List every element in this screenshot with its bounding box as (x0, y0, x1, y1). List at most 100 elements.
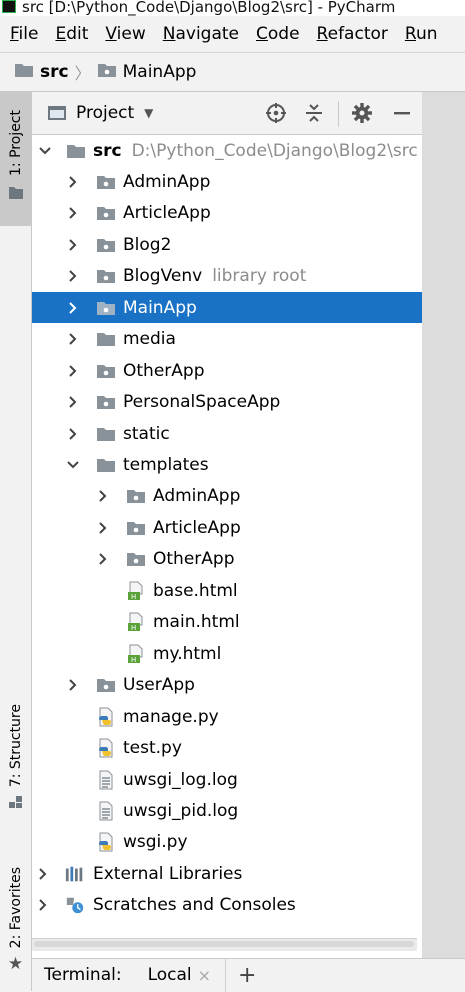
breadcrumb-mainapp-label: MainApp (122, 62, 197, 82)
tree-item[interactable]: Hmy.html (32, 638, 422, 669)
breadcrumb-mainapp[interactable]: MainApp (97, 62, 197, 83)
tree-item[interactable]: uwsgi_log.log (32, 764, 422, 795)
package-folder-icon (96, 172, 116, 192)
chevron-right-icon[interactable] (66, 301, 80, 315)
terminal-tab-local[interactable]: Local × (148, 965, 211, 985)
project-view-selector[interactable]: Project ▼ (48, 103, 153, 123)
menu-navigate[interactable]: Navigate (153, 24, 239, 44)
tree-item[interactable]: BlogVenv library root (32, 261, 422, 292)
tree-item-label: OtherApp (153, 549, 234, 569)
tree-item[interactable]: MainApp (32, 292, 422, 324)
window-title-bar: src [D:\Python_Code\Django\Blog2\src] - … (0, 0, 465, 16)
tab-structure-label: 7: Structure (7, 704, 24, 788)
tree-item-name: MainApp (123, 297, 197, 318)
chevron-down-icon[interactable] (66, 458, 80, 472)
chevron-right-icon[interactable] (96, 552, 110, 566)
package-folder-icon (96, 675, 116, 695)
chevron-right-icon[interactable] (96, 521, 110, 535)
tab-project[interactable]: 1: Project (0, 92, 31, 226)
tree-item[interactable]: OtherApp (32, 355, 422, 386)
horizontal-scrollbar[interactable] (32, 938, 417, 951)
tree-item[interactable]: Scratches and Consoles (32, 890, 422, 921)
chevron-right-icon[interactable] (66, 427, 80, 441)
tree-item[interactable]: test.py (32, 733, 422, 764)
menu-edit[interactable]: Edit (45, 24, 88, 44)
tree-item-label: media (123, 329, 176, 349)
package-folder-icon (96, 235, 116, 255)
dropdown-caret-icon: ▼ (144, 106, 154, 120)
tree-item-label: MainApp (123, 298, 197, 318)
tree-item[interactable]: Blog2 (32, 229, 422, 260)
project-folder-icon (8, 186, 23, 199)
tab-favorites-label: 2: Favorites (7, 867, 24, 949)
folder-icon (96, 329, 116, 349)
chevron-right-icon[interactable] (66, 332, 80, 346)
tree-item[interactable]: ArticleApp (32, 198, 422, 229)
structure-icon (8, 796, 22, 809)
package-folder-icon (97, 62, 117, 83)
locate-file-button[interactable] (264, 101, 288, 125)
minimize-icon (394, 112, 410, 115)
tree-item[interactable]: manage.py (32, 701, 422, 732)
tree-item[interactable]: templates (32, 450, 422, 481)
tree-item-name: AdminApp (153, 486, 241, 507)
menu-run[interactable]: Run (395, 24, 438, 44)
window-title: src [D:\Python_Code\Django\Blog2\src] - … (22, 0, 396, 16)
tree-item[interactable]: AdminApp (32, 166, 422, 197)
tree-item-name: BlogVenv (123, 266, 203, 287)
tree-item[interactable]: uwsgi_pid.log (32, 795, 422, 826)
tree-item[interactable]: media (32, 324, 422, 355)
menu-file[interactable]: File (0, 24, 38, 44)
tree-item[interactable]: wsgi.py (32, 827, 422, 858)
chevron-right-icon[interactable] (66, 175, 80, 189)
tree-item-label: AdminApp (153, 486, 240, 506)
tree-item[interactable]: src D:\Python_Code\Django\Blog2\src (32, 135, 422, 166)
tree-item-label: UserApp (123, 675, 195, 695)
menu-label-rest: iew (116, 24, 146, 44)
menu-bar: File Edit View Navigate Code Refactor Run (0, 16, 465, 52)
svg-text:H: H (131, 593, 136, 601)
chevron-right-icon[interactable] (66, 395, 80, 409)
tab-favorites[interactable]: 2: Favorites ★ (0, 867, 31, 985)
tree-item[interactable]: static (32, 418, 422, 449)
chevron-right-icon[interactable] (66, 238, 80, 252)
menu-label-rest: un (415, 24, 438, 44)
tree-item[interactable]: PersonalSpaceApp (32, 387, 422, 418)
tree-item-name: wsgi.py (123, 832, 188, 853)
collapse-all-button[interactable] (302, 101, 326, 125)
tree-item[interactable]: Hbase.html (32, 575, 422, 606)
chevron-down-icon[interactable] (38, 144, 52, 158)
tab-structure[interactable]: 7: Structure (0, 704, 31, 834)
tree-item-label: static (123, 424, 170, 444)
tree-item[interactable]: External Libraries (32, 858, 422, 889)
tree-item-name: manage.py (123, 706, 219, 727)
menu-view[interactable]: View (95, 24, 145, 44)
tree-item[interactable]: Hmain.html (32, 607, 422, 638)
menu-refactor[interactable]: Refactor (307, 24, 388, 44)
tree-item[interactable]: UserApp (32, 670, 422, 701)
scrollbar-thumb[interactable] (34, 941, 414, 947)
chevron-right-icon[interactable] (66, 206, 80, 220)
breadcrumb-src[interactable]: src (14, 62, 69, 83)
tree-item-name: src (93, 140, 122, 161)
chevron-right-icon[interactable] (36, 867, 50, 881)
chevron-right-icon[interactable] (96, 489, 110, 503)
settings-button[interactable] (350, 101, 374, 125)
tree-item[interactable]: OtherApp (32, 544, 422, 575)
svg-text:H: H (131, 656, 136, 664)
terminal-tab-label: Local (147, 965, 192, 985)
log-file-icon (96, 770, 116, 790)
chevron-right-icon[interactable] (66, 269, 80, 283)
menu-code[interactable]: Code (246, 24, 300, 44)
menu-mnemonic: V (105, 24, 117, 44)
log-file-icon (96, 801, 116, 821)
package-folder-icon (96, 392, 116, 412)
close-icon[interactable]: × (198, 966, 211, 985)
chevron-right-icon[interactable] (66, 364, 80, 378)
tree-item[interactable]: ArticleApp (32, 512, 422, 543)
hide-panel-button[interactable] (390, 101, 414, 125)
chevron-right-icon[interactable] (66, 678, 80, 692)
new-terminal-button[interactable]: + (238, 963, 256, 988)
tree-item[interactable]: AdminApp (32, 481, 422, 512)
chevron-right-icon[interactable] (36, 898, 50, 912)
